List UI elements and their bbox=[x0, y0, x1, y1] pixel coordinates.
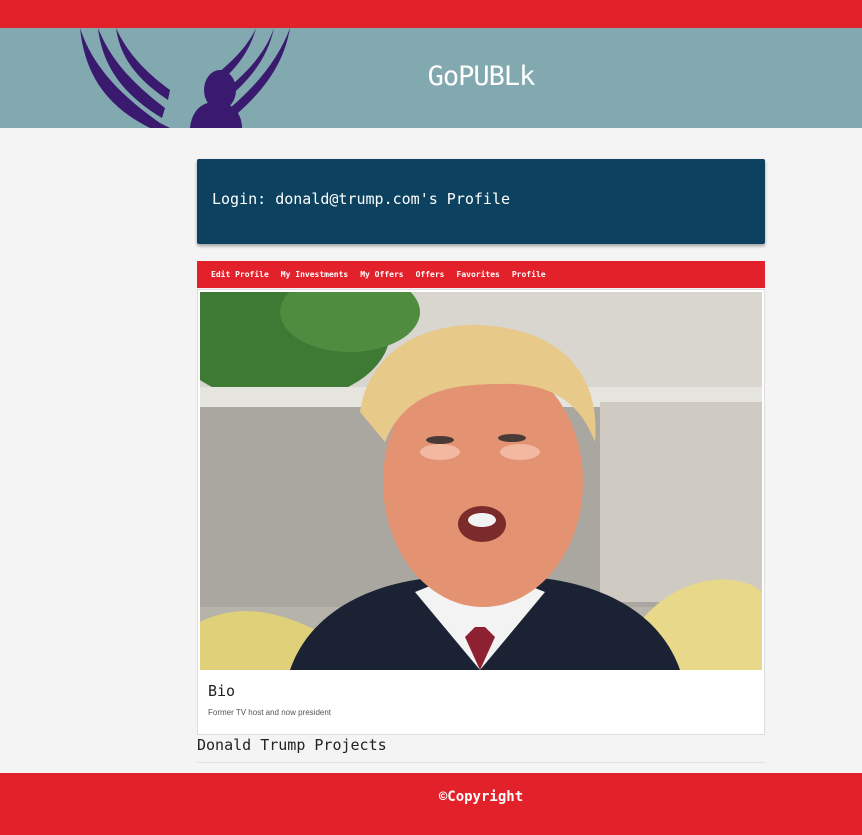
top-accent-bar bbox=[0, 0, 862, 28]
login-card: Login: donald@trump.com's Profile bbox=[197, 159, 765, 244]
site-header: GoPUBLk bbox=[0, 28, 862, 128]
bio-heading: Bio bbox=[208, 682, 236, 700]
login-profile-title: Login: donald@trump.com's Profile bbox=[212, 190, 511, 208]
copyright-text: ©Copyright bbox=[438, 789, 524, 805]
projects-heading: Donald Trump Projects bbox=[197, 736, 387, 754]
nav-my-offers[interactable]: My Offers bbox=[360, 270, 403, 279]
nav-favorites[interactable]: Favorites bbox=[457, 270, 500, 279]
site-footer: ©Copyright bbox=[0, 773, 862, 835]
site-title[interactable]: GoPUBLk bbox=[0, 61, 862, 92]
profile-photo bbox=[200, 292, 762, 670]
nav-my-investments[interactable]: My Investments bbox=[281, 270, 348, 279]
bio-text: Former TV host and now president bbox=[208, 708, 332, 717]
nav-offers[interactable]: Offers bbox=[416, 270, 445, 279]
section-divider bbox=[197, 762, 765, 763]
nav-profile[interactable]: Profile bbox=[512, 270, 546, 279]
profile-nav-bar: Edit Profile My Investments My Offers Of… bbox=[197, 261, 765, 288]
profile-card: Bio Former TV host and now president bbox=[197, 289, 765, 735]
nav-edit-profile[interactable]: Edit Profile bbox=[211, 270, 269, 279]
